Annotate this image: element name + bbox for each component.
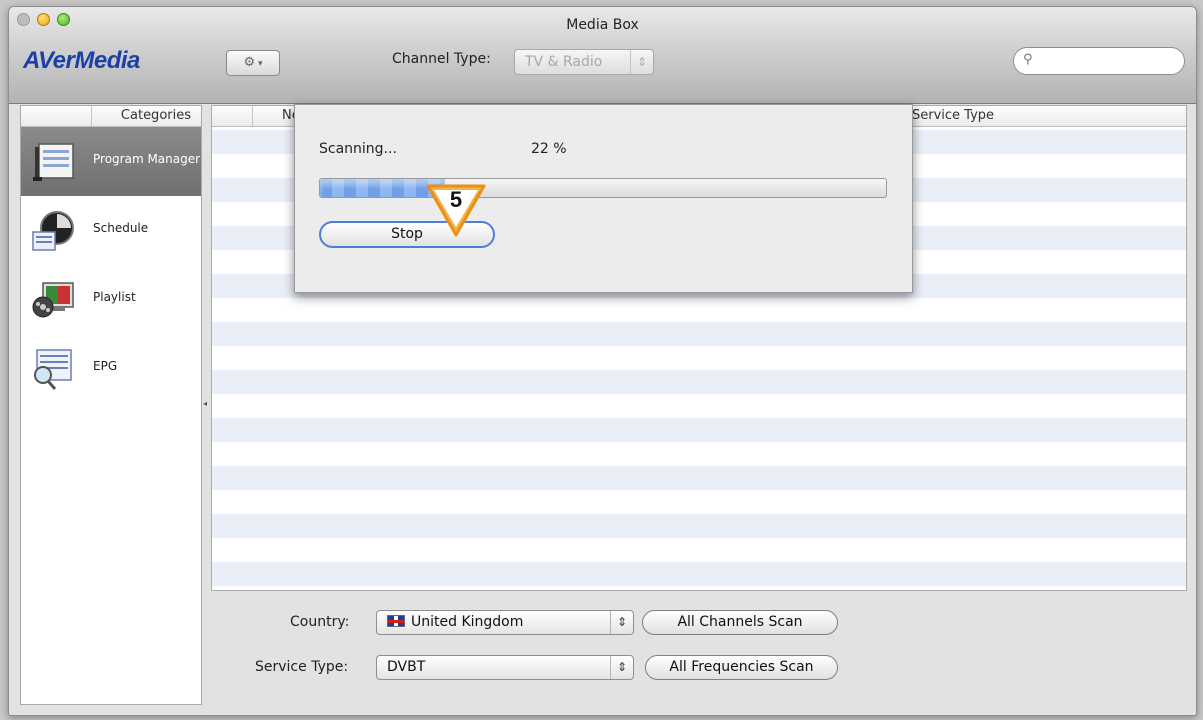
sidebar-item-schedule[interactable]: Schedule	[21, 196, 201, 265]
splitter-handle[interactable]: ◂	[203, 399, 207, 408]
epg-icon	[34, 349, 72, 390]
categories-sidebar: Categories Program Manager Schedule Play…	[20, 105, 202, 705]
search-input[interactable]	[1040, 51, 1180, 73]
program-manager-icon	[33, 143, 74, 181]
channel-type-select[interactable]: TV & Radio ⇕	[514, 49, 654, 75]
title-bar: Media Box AVerMedia ⚙ ▾ Channel Type: TV…	[9, 7, 1196, 104]
categories-header-label: Categories	[120, 108, 191, 123]
chevron-down-icon: ▾	[255, 59, 263, 69]
avermedia-logo: AVerMedia	[23, 47, 140, 74]
column-header-service-type[interactable]: Service Type	[912, 108, 994, 123]
scanning-sheet: Scanning... 22 % Stop	[294, 104, 913, 293]
step-marker-number: 5	[449, 187, 463, 212]
sidebar-item-epg[interactable]: EPG	[21, 334, 201, 403]
sidebar-item-playlist[interactable]: Playlist	[21, 265, 201, 334]
country-value: United Kingdom	[411, 614, 524, 630]
scan-progress-bar	[319, 178, 887, 198]
updown-arrows-icon: ⇕	[610, 611, 633, 634]
search-icon: ⚲	[1023, 52, 1033, 67]
search-field[interactable]: ⚲	[1013, 47, 1185, 75]
country-label: Country:	[290, 614, 350, 630]
window-title: Media Box	[566, 17, 639, 33]
service-type-select[interactable]: DVBT ⇕	[376, 655, 634, 680]
service-type-label: Service Type:	[255, 659, 349, 675]
sidebar-item-label: Playlist	[93, 290, 136, 304]
categories-header: Categories	[21, 106, 201, 127]
sidebar-item-label: Program Manager	[93, 152, 201, 166]
action-menu-button[interactable]: ⚙ ▾	[226, 50, 280, 76]
sidebar-item-label: EPG	[93, 359, 118, 373]
scanning-status: Scanning...	[319, 141, 397, 157]
scanning-percent: 22 %	[531, 141, 567, 157]
schedule-icon	[32, 211, 74, 251]
playlist-icon	[32, 282, 74, 318]
sidebar-item-program-manager[interactable]: Program Manager	[21, 127, 201, 196]
media-box-window: Media Box AVerMedia ⚙ ▾ Channel Type: TV…	[8, 6, 1197, 716]
step-marker: 5	[424, 183, 488, 239]
updown-arrows-icon: ⇕	[610, 656, 633, 679]
uk-flag-icon	[387, 615, 405, 627]
channel-type-value: TV & Radio	[525, 54, 603, 70]
all-frequencies-scan-button[interactable]: All Frequencies Scan	[645, 655, 838, 680]
sidebar-item-label: Schedule	[93, 221, 149, 235]
updown-arrows-icon: ⇕	[630, 50, 653, 74]
country-select[interactable]: United Kingdom ⇕	[376, 610, 634, 635]
gear-icon: ⚙	[243, 55, 256, 70]
channel-type-label: Channel Type:	[392, 51, 491, 67]
all-channels-scan-button[interactable]: All Channels Scan	[642, 610, 838, 635]
service-type-value: DVBT	[387, 659, 426, 675]
